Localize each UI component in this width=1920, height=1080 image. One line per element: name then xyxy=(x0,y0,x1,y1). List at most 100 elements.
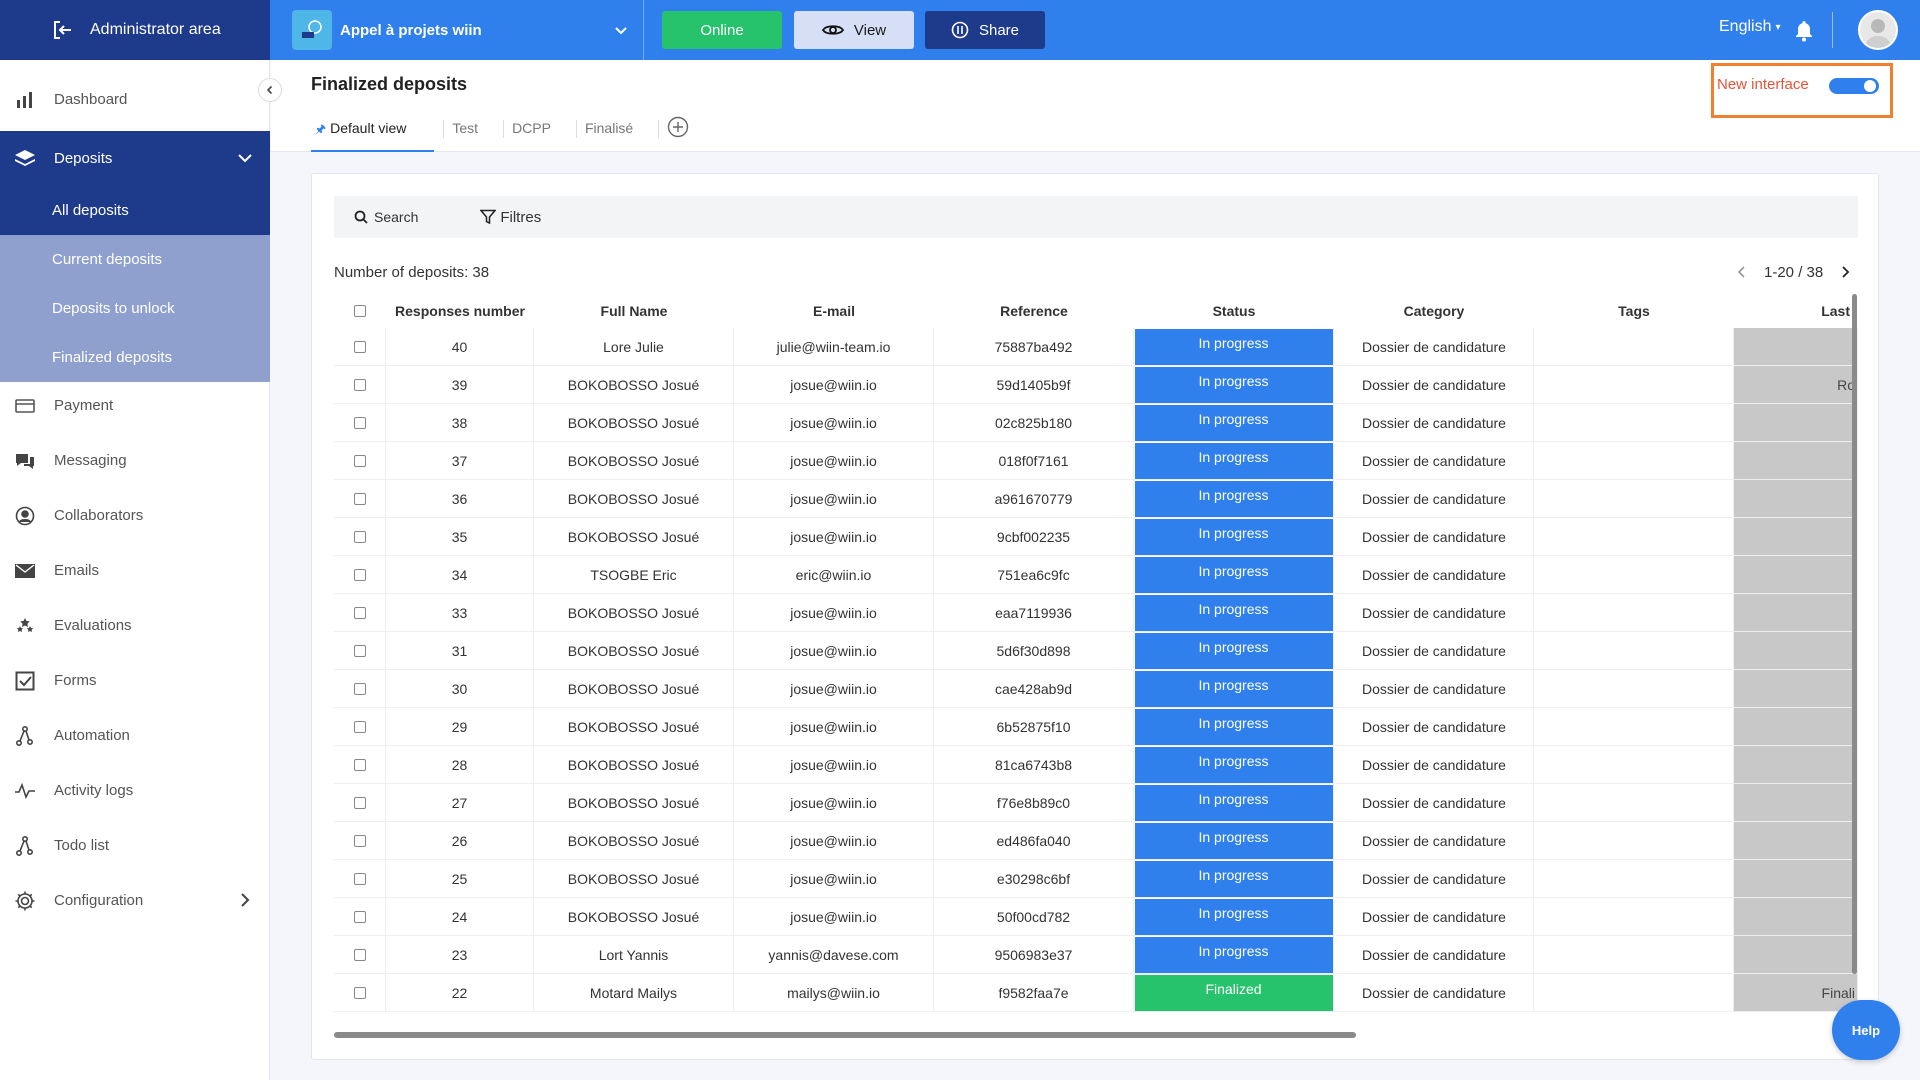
table-row[interactable]: 35 BOKOBOSSO Josué josue@wiin.io 9cbf002235… xyxy=(334,518,1858,556)
row-checkbox[interactable] xyxy=(353,986,366,999)
view-button[interactable]: View xyxy=(794,11,914,49)
collapse-sidebar-button[interactable] xyxy=(258,78,282,102)
table-row[interactable]: 30 BOKOBOSSO Josué josue@wiin.io cae428ab9d… xyxy=(334,670,1858,708)
reference-cell: e30298c6bf xyxy=(934,860,1134,897)
row-checkbox[interactable] xyxy=(353,416,366,429)
row-checkbox[interactable] xyxy=(353,796,366,809)
next-page-button[interactable] xyxy=(1835,262,1855,282)
vertical-scrollbar[interactable] xyxy=(1852,294,1857,974)
sidebar-item-deposits[interactable]: Deposits xyxy=(0,131,270,186)
status-cell: In progress xyxy=(1134,404,1334,441)
table-row[interactable]: 36 BOKOBOSSO Josué josue@wiin.io a961670779… xyxy=(334,480,1858,518)
sidebar-item-emails[interactable]: Emails xyxy=(0,543,270,598)
bell-icon[interactable] xyxy=(1794,20,1814,42)
tab-dcpp[interactable]: DCPP xyxy=(512,118,577,152)
sidebar-subitem-finalized-deposits[interactable]: Finalized deposits xyxy=(0,333,270,382)
row-checkbox[interactable] xyxy=(353,720,366,733)
category-cell: Dossier de candidature xyxy=(1334,898,1534,935)
table-row[interactable]: 38 BOKOBOSSO Josué josue@wiin.io 02c825b180… xyxy=(334,404,1858,442)
row-checkbox[interactable] xyxy=(353,530,366,543)
tags-cell xyxy=(1534,898,1734,935)
table-row[interactable]: 24 BOKOBOSSO Josué josue@wiin.io 50f00cd782… xyxy=(334,898,1858,936)
sidebar-item-activity-logs[interactable]: Activity logs xyxy=(0,763,270,818)
table-row[interactable]: 33 BOKOBOSSO Josué josue@wiin.io eaa7119936… xyxy=(334,594,1858,632)
select-all-checkbox[interactable] xyxy=(354,305,366,317)
table-row[interactable]: 29 BOKOBOSSO Josué josue@wiin.io 6b52875f10… xyxy=(334,708,1858,746)
activity-icon xyxy=(14,780,36,802)
table-row[interactable]: 31 BOKOBOSSO Josué josue@wiin.io 5d6f30d898… xyxy=(334,632,1858,670)
horizontal-scrollbar[interactable] xyxy=(334,1032,1356,1038)
email-cell: josue@wiin.io xyxy=(734,594,934,631)
sidebar-item-configuration[interactable]: Configuration xyxy=(0,873,270,928)
tab-default-view[interactable]: 🖈 Default view xyxy=(311,118,445,152)
table-row[interactable]: 40 Lore Julie julie@wiin-team.io 75887ba492… xyxy=(334,328,1858,366)
row-checkbox[interactable] xyxy=(353,834,366,847)
column-header[interactable]: Last xyxy=(1734,294,1858,328)
responses-number-cell: 31 xyxy=(386,632,534,669)
sidebar-item-forms[interactable]: Forms xyxy=(0,653,270,708)
filters-label: Filtres xyxy=(500,208,542,226)
column-header[interactable]: Status xyxy=(1134,294,1334,328)
table-row[interactable]: 39 BOKOBOSSO Josué josue@wiin.io 59d1405b9f… xyxy=(334,366,1858,404)
filters-button[interactable]: Filtres xyxy=(480,209,541,226)
sidebar-item-evaluations[interactable]: Evaluations xyxy=(0,598,270,653)
row-checkbox[interactable] xyxy=(353,758,366,771)
sidebar-item-automation[interactable]: Automation xyxy=(0,708,270,763)
avatar[interactable] xyxy=(1858,10,1898,50)
chevron-left-icon xyxy=(266,85,273,95)
sidebar-item-dashboard[interactable]: Dashboard xyxy=(0,72,270,127)
column-header[interactable]: Category xyxy=(1334,294,1534,328)
status-badge: In progress xyxy=(1134,746,1333,783)
last-cell xyxy=(1734,822,1858,859)
column-header[interactable]: E-mail xyxy=(734,294,934,328)
table-row[interactable]: 37 BOKOBOSSO Josué josue@wiin.io 018f0f7161… xyxy=(334,442,1858,480)
sidebar-subitem-current-deposits[interactable]: Current deposits xyxy=(0,235,270,284)
online-button[interactable]: Online xyxy=(662,11,782,49)
row-checkbox[interactable] xyxy=(353,568,366,581)
chevron-right-icon xyxy=(1842,266,1850,278)
sidebar-item-todo-list[interactable]: Todo list xyxy=(0,818,270,873)
language-selector[interactable]: English ▾ xyxy=(1719,18,1781,36)
share-button[interactable]: Share xyxy=(925,11,1045,49)
reference-cell: 9cbf002235 xyxy=(934,518,1134,555)
table-row[interactable]: 34 TSOGBE Eric eric@wiin.io 751ea6c9fc In pr… xyxy=(334,556,1858,594)
help-button[interactable]: Help xyxy=(1832,1000,1900,1060)
sidebar-subitem-deposits-to-unlock[interactable]: Deposits to unlock xyxy=(0,284,270,333)
sidebar-subitem-all-deposits[interactable]: All deposits xyxy=(0,186,270,235)
status-cell: In progress xyxy=(1134,328,1334,365)
sidebar-item-payment[interactable]: Payment xyxy=(0,378,270,433)
table-row[interactable]: 26 BOKOBOSSO Josué josue@wiin.io ed486fa040… xyxy=(334,822,1858,860)
row-checkbox[interactable] xyxy=(353,872,366,885)
row-checkbox[interactable] xyxy=(353,644,366,657)
status-badge: In progress xyxy=(1134,328,1333,365)
row-checkbox[interactable] xyxy=(353,340,366,353)
row-checkbox[interactable] xyxy=(353,492,366,505)
column-header[interactable]: Full Name xyxy=(534,294,734,328)
row-checkbox[interactable] xyxy=(353,606,366,619)
add-tab-icon[interactable] xyxy=(667,116,689,138)
last-cell: Finali xyxy=(1734,974,1858,1011)
column-header[interactable]: Reference xyxy=(934,294,1134,328)
column-header[interactable]: Responses number xyxy=(386,294,534,328)
row-checkbox[interactable] xyxy=(353,910,366,923)
sidebar-item-messaging[interactable]: Messaging xyxy=(0,433,270,488)
row-checkbox[interactable] xyxy=(353,948,366,961)
sidebar-item-collaborators[interactable]: Collaborators xyxy=(0,488,270,543)
table-row[interactable]: 27 BOKOBOSSO Josué josue@wiin.io f76e8b89c0… xyxy=(334,784,1858,822)
administrator-area-link[interactable]: Administrator area xyxy=(0,0,270,60)
status-badge: In progress xyxy=(1134,480,1333,517)
row-checkbox[interactable] xyxy=(353,682,366,695)
tab-finalise[interactable]: Finalisé xyxy=(585,118,660,152)
row-checkbox[interactable] xyxy=(353,454,366,467)
search-button[interactable]: Search xyxy=(354,209,418,225)
project-selector[interactable]: Appel à projets wiin xyxy=(270,0,644,60)
table-row[interactable]: 25 BOKOBOSSO Josué josue@wiin.io e30298c6bf… xyxy=(334,860,1858,898)
table-row[interactable]: 23 Lort Yannis yannis@davese.com 9506983e37… xyxy=(334,936,1858,974)
table-row[interactable]: 28 BOKOBOSSO Josué josue@wiin.io 81ca6743b8… xyxy=(334,746,1858,784)
column-header[interactable]: Tags xyxy=(1534,294,1734,328)
previous-page-button[interactable] xyxy=(1732,262,1752,282)
row-checkbox[interactable] xyxy=(353,378,366,391)
new-interface-toggle[interactable] xyxy=(1829,78,1879,94)
tab-test[interactable]: Test xyxy=(452,118,504,152)
table-row[interactable]: 22 Motard Mailys mailys@wiin.io f9582faa7e F… xyxy=(334,974,1858,1012)
